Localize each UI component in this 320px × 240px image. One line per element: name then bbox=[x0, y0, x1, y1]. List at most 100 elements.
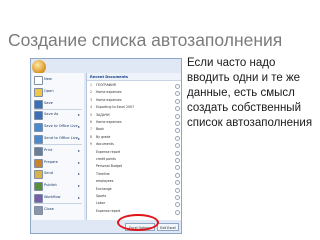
pin-icon[interactable] bbox=[175, 172, 180, 178]
recent-document-number: 6 bbox=[90, 120, 93, 124]
pin-icon[interactable] bbox=[175, 187, 180, 193]
recent-document-number: 7 bbox=[90, 127, 93, 132]
recent-document-name: credit points bbox=[96, 157, 116, 161]
recent-document-item[interactable]: 4 Exporting to Excel 2007 bbox=[87, 105, 181, 112]
recent-document-name: Expense report bbox=[96, 208, 121, 213]
pin-icon[interactable] bbox=[175, 91, 180, 97]
office-menu-commands: New Open Save Save As ▸ Save to Office Live ▸ S… bbox=[32, 73, 84, 220]
pin-icon[interactable] bbox=[175, 121, 180, 126]
recent-document-item[interactable]: 7 Book bbox=[87, 127, 181, 134]
recent-document-item[interactable]: employees bbox=[87, 179, 181, 186]
exit-excel-button[interactable]: Exit Excel bbox=[157, 223, 179, 231]
new-document-icon bbox=[34, 76, 43, 85]
menu-item-label: Save to Office Live bbox=[44, 124, 78, 129]
printer-icon bbox=[34, 146, 43, 156]
workflow-icon bbox=[34, 194, 43, 203]
office-button-icon[interactable] bbox=[32, 60, 46, 74]
menu-item-label: Save As bbox=[44, 112, 59, 117]
slide-bullet-text: Если часто надо вводить одни и те же дан… bbox=[187, 57, 313, 129]
menu-item-open[interactable]: Open bbox=[32, 86, 84, 97]
menu-item-workflow[interactable]: Workflow ▸ bbox=[32, 192, 84, 203]
recent-document-name: Labor bbox=[96, 201, 106, 206]
recent-document-name: Exchange bbox=[96, 186, 112, 191]
recent-document-item[interactable]: 6 Home expenses bbox=[87, 120, 181, 126]
menu-item-send[interactable]: Send ▸ bbox=[32, 168, 84, 180]
save-disk-icon bbox=[34, 99, 43, 109]
pin-icon[interactable] bbox=[175, 202, 180, 208]
pin-icon[interactable] bbox=[175, 84, 180, 89]
menu-item-label: Print bbox=[44, 147, 53, 152]
submenu-arrow-icon: ▸ bbox=[78, 159, 81, 165]
menu-item-label: Save bbox=[44, 100, 53, 105]
publish-icon bbox=[34, 182, 43, 192]
submenu-arrow-icon: ▸ bbox=[78, 147, 81, 153]
open-folder-icon bbox=[34, 87, 43, 97]
menu-item-save[interactable]: Save bbox=[32, 98, 84, 109]
recent-document-item[interactable]: Labor bbox=[87, 201, 181, 208]
recent-document-item[interactable]: Personal Budget bbox=[87, 164, 181, 171]
menu-item-label: Send bbox=[44, 171, 54, 176]
recent-document-number: 3 bbox=[90, 97, 93, 102]
recent-document-number: 8 bbox=[90, 134, 93, 139]
menu-item-save-as[interactable]: Save As ▸ bbox=[32, 109, 84, 121]
recent-document-item[interactable]: credit points bbox=[87, 157, 181, 163]
menu-item-label: Send to Office Live bbox=[44, 136, 78, 140]
submenu-arrow-icon: ▸ bbox=[78, 124, 81, 130]
recent-document-item[interactable]: Sports bbox=[87, 194, 181, 200]
submenu-arrow-icon: ▸ bbox=[78, 195, 81, 200]
pin-icon[interactable] bbox=[175, 128, 180, 134]
menu-item-new[interactable]: New bbox=[32, 74, 84, 85]
recent-document-item[interactable]: Exchange bbox=[87, 186, 181, 193]
office-menu-screenshot: New Open Save Save As ▸ Save to Office Live ▸ S… bbox=[30, 58, 182, 234]
menu-item-save-to-office-live[interactable]: Save to Office Live ▸ bbox=[32, 121, 84, 133]
menu-item-label: Workflow bbox=[44, 195, 61, 199]
menu-item-label: Close bbox=[44, 206, 54, 211]
menu-item-close[interactable]: Close bbox=[32, 204, 84, 215]
submenu-arrow-icon: ▸ bbox=[78, 112, 81, 118]
recent-document-name: Home expenses bbox=[96, 97, 122, 102]
options-highlight-circle bbox=[117, 214, 159, 231]
pin-icon[interactable] bbox=[175, 195, 180, 200]
recent-document-item[interactable]: 8 By grade bbox=[87, 134, 181, 141]
menu-item-label: Publish bbox=[44, 183, 57, 188]
recent-document-name: ЗАДАЧИ bbox=[96, 112, 110, 117]
recent-document-name: Timeline bbox=[96, 171, 110, 176]
recent-document-name: Personal Budget bbox=[96, 164, 123, 169]
pin-icon[interactable] bbox=[175, 158, 180, 163]
recent-document-number: 9 bbox=[90, 142, 93, 147]
submenu-arrow-icon: ▸ bbox=[78, 136, 81, 141]
pin-icon[interactable] bbox=[175, 113, 180, 119]
recent-document-item[interactable]: 9 documents bbox=[87, 142, 181, 149]
pin-icon[interactable] bbox=[175, 106, 180, 112]
recent-document-name: Sports bbox=[96, 194, 107, 198]
recent-document-name: employees bbox=[96, 179, 114, 184]
recent-document-item[interactable]: 1 ГЕОГРАФИЯ bbox=[87, 83, 181, 89]
recent-document-item[interactable]: 3 Home expenses bbox=[87, 97, 181, 104]
pin-icon[interactable] bbox=[175, 143, 180, 149]
recent-document-item[interactable]: 5 ЗАДАЧИ bbox=[87, 112, 181, 119]
menu-item-prepare[interactable]: Prepare ▸ bbox=[32, 157, 84, 168]
menu-item-print[interactable]: Print ▸ bbox=[32, 145, 84, 156]
recent-document-item[interactable]: 2 Home expenses bbox=[87, 90, 181, 97]
recent-document-item[interactable]: Timeline bbox=[87, 171, 181, 178]
pin-icon[interactable] bbox=[175, 209, 180, 215]
pin-icon[interactable] bbox=[175, 150, 180, 156]
menu-item-send-to-office-live[interactable]: Send to Office Live ▸ bbox=[32, 133, 84, 144]
pin-icon[interactable] bbox=[175, 135, 180, 141]
pin-icon[interactable] bbox=[175, 165, 180, 171]
recent-document-name: Home expenses bbox=[96, 90, 122, 95]
recent-document-number: 5 bbox=[90, 112, 93, 117]
submenu-arrow-icon: ▸ bbox=[78, 171, 81, 177]
pin-icon[interactable] bbox=[175, 98, 180, 104]
menu-item-label: New bbox=[44, 77, 52, 81]
recent-document-item[interactable]: Expense report bbox=[87, 150, 181, 156]
office-live-icon bbox=[34, 123, 43, 133]
menu-item-label: Prepare bbox=[44, 159, 58, 164]
recent-document-number: 2 bbox=[90, 90, 93, 95]
recent-document-name: ГЕОГРАФИЯ bbox=[96, 83, 116, 87]
pin-icon[interactable] bbox=[175, 180, 180, 186]
menu-item-publish[interactable]: Publish ▸ bbox=[32, 180, 84, 192]
menu-item-label: Open bbox=[44, 88, 54, 93]
recent-document-name: Exporting to Excel 2007 bbox=[96, 105, 135, 110]
recent-document-name: Book bbox=[96, 127, 104, 132]
